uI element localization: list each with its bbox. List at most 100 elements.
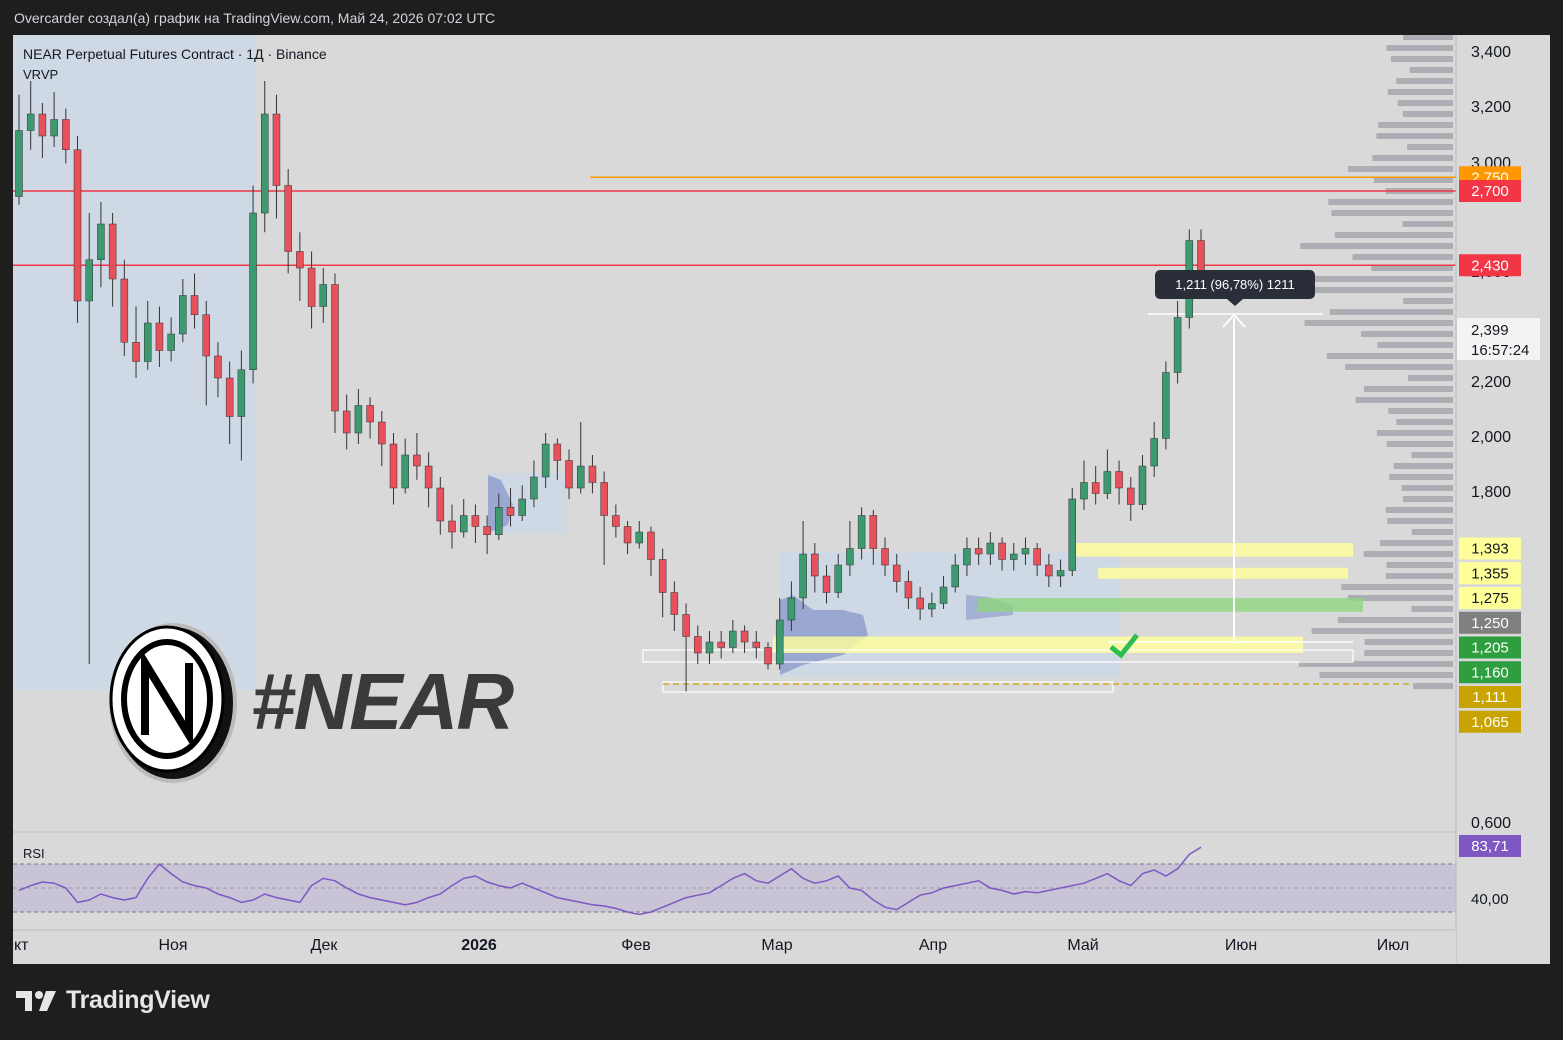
volume-bar xyxy=(1403,35,1453,40)
candle-body xyxy=(623,526,632,544)
y-tick-label: 2,000 xyxy=(1471,429,1511,446)
candle-body xyxy=(483,526,491,535)
candle-body xyxy=(916,597,924,610)
candle-body xyxy=(881,548,889,566)
bar-countdown: 16:57:24 xyxy=(1471,342,1529,359)
candle-body xyxy=(202,314,210,357)
volume-bar xyxy=(1387,89,1453,95)
volume-bar xyxy=(1313,287,1453,293)
candle xyxy=(1162,361,1170,450)
indicator-label: VRVP xyxy=(23,67,58,82)
price-label-text: 1,065 xyxy=(1471,714,1509,731)
y-tick-label: 0,600 xyxy=(1471,815,1511,832)
price-label-text: 1,355 xyxy=(1471,565,1509,582)
zone-0 xyxy=(1073,543,1353,557)
price-label-text: 1,111 xyxy=(1472,689,1507,706)
volume-bar xyxy=(1402,496,1453,502)
zone-1 xyxy=(1098,567,1348,579)
volume-bar xyxy=(1403,298,1453,304)
candle-body xyxy=(846,548,854,566)
candle-body xyxy=(518,498,526,516)
candle-body xyxy=(1127,487,1135,505)
candle-body xyxy=(1021,548,1030,555)
candle-body xyxy=(237,369,246,417)
rsi-label: RSI xyxy=(23,846,45,861)
chart-frame[interactable]: 1,211 (96,78%) 1211 #NEAR NEAR Perpetual… xyxy=(13,35,1550,964)
current-price-label: 2,399 16:57:24 xyxy=(1457,318,1540,360)
volume-bar xyxy=(1372,155,1453,161)
candle-body xyxy=(97,223,105,260)
tradingview-brand[interactable]: TradingView xyxy=(16,986,210,1015)
candle-body xyxy=(811,553,819,577)
candle-body xyxy=(682,614,690,637)
candle-body xyxy=(1010,553,1018,560)
price-label-text: 1,275 xyxy=(1471,590,1509,607)
volume-bar xyxy=(1355,397,1453,403)
price-label-text: 1,160 xyxy=(1471,664,1509,681)
price-label-text: 1,250 xyxy=(1471,615,1509,632)
candle-body xyxy=(787,597,796,621)
candle-body xyxy=(26,113,35,131)
volume-bar xyxy=(1389,474,1453,480)
candle-body xyxy=(319,284,328,307)
candle-body xyxy=(729,630,737,648)
y-tick-label: 3,200 xyxy=(1471,99,1511,116)
volume-bar xyxy=(1386,441,1453,447)
candle-body xyxy=(928,603,936,610)
candle-body xyxy=(658,559,667,593)
volume-bar xyxy=(1311,628,1453,634)
candle-body xyxy=(857,515,866,549)
volume-bar xyxy=(1402,111,1453,117)
volume-bar xyxy=(1390,56,1453,62)
candle-body xyxy=(764,647,772,665)
volume-bar xyxy=(1385,507,1453,513)
volume-bar xyxy=(1347,595,1453,601)
x-tick-label: Дек xyxy=(311,937,339,954)
volume-bar xyxy=(1364,639,1453,645)
volume-bar xyxy=(1387,518,1453,524)
candle-body xyxy=(436,487,445,522)
volume-bar xyxy=(1376,430,1453,436)
volume-bar xyxy=(1401,485,1453,491)
candle-body xyxy=(506,507,515,516)
candle-body xyxy=(1115,471,1123,489)
candle xyxy=(331,273,339,433)
candle-body xyxy=(705,641,714,654)
volume-bar xyxy=(1402,221,1453,227)
candle-body xyxy=(38,113,47,137)
volume-bar xyxy=(1363,551,1453,557)
candle-body xyxy=(401,454,409,489)
volume-bar xyxy=(1377,342,1453,348)
candle-body xyxy=(108,223,117,280)
candle-body xyxy=(612,515,620,527)
candle-body xyxy=(1056,570,1065,577)
candle-body xyxy=(974,548,983,555)
tradingview-logo-icon xyxy=(16,990,56,1011)
candle-body xyxy=(459,515,468,533)
candle-body xyxy=(600,482,608,516)
volume-bar xyxy=(1328,199,1453,205)
candle-body xyxy=(904,581,913,599)
candle-body xyxy=(249,212,257,370)
volume-bar xyxy=(1397,100,1453,106)
volume-bar xyxy=(1334,232,1453,238)
current-price: 2,399 xyxy=(1471,322,1509,339)
candle-body xyxy=(670,592,679,615)
volume-bar xyxy=(1352,254,1453,260)
x-tick-label: Фев xyxy=(621,937,651,954)
tradingview-wordmark: TradingView xyxy=(66,986,210,1014)
volume-bar xyxy=(1407,144,1453,150)
candle-body xyxy=(740,630,749,643)
volume-bar xyxy=(1300,243,1453,249)
y-tick-label: 3,400 xyxy=(1471,44,1511,61)
chart-canvas[interactable]: 1,211 (96,78%) 1211 #NEAR NEAR Perpetual… xyxy=(13,35,1550,964)
candle-body xyxy=(1197,240,1205,274)
candle-body xyxy=(635,531,644,544)
candle-body xyxy=(424,465,433,489)
candle-body xyxy=(1138,465,1147,505)
chart-title: NEAR Perpetual Futures Contract · 1Д · B… xyxy=(23,46,327,62)
candle xyxy=(1068,488,1077,576)
candle-body xyxy=(190,295,199,315)
volume-bar xyxy=(1304,320,1453,326)
price-label-text: 1,205 xyxy=(1471,640,1509,657)
